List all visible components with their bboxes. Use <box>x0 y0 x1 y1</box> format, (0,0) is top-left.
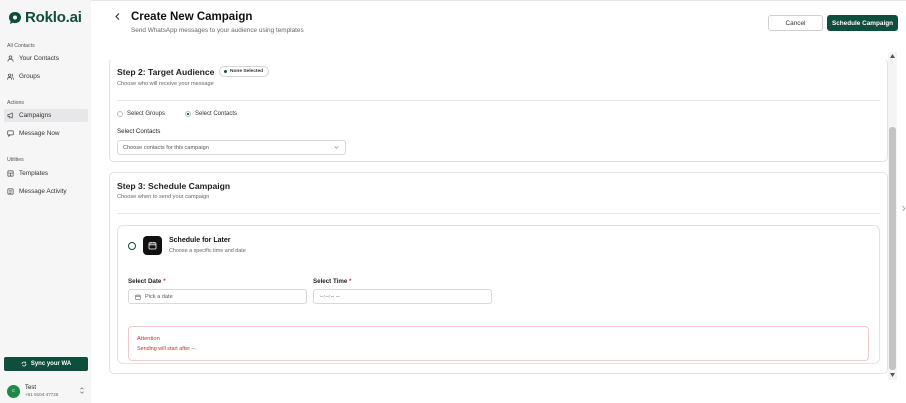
sidebar-item-campaigns[interactable]: Campaigns <box>4 109 88 122</box>
sidebar: Roklo.ai All Contacts Your Contacts Grou… <box>0 0 91 403</box>
brand-logo[interactable]: Roklo.ai <box>8 9 82 26</box>
user-icon <box>7 55 14 62</box>
brand-name: Roklo.ai <box>25 9 82 26</box>
page-subtitle: Send WhatsApp messages to your audience … <box>131 27 304 34</box>
radio-select-contacts[interactable]: Select Contacts <box>185 111 237 117</box>
contacts-select[interactable]: Choose contacts for this campaign <box>117 140 346 155</box>
users-icon <box>7 73 14 80</box>
select-contacts-label: Select Contacts <box>117 128 161 135</box>
message-icon <box>7 130 14 137</box>
scroll-down-arrow-icon[interactable] <box>889 372 896 378</box>
user-profile[interactable]: c Test +91 9104 47725 <box>7 383 87 399</box>
avatar: c <box>7 384 20 398</box>
user-name: Test <box>25 384 37 391</box>
schedule-campaign-button[interactable]: Schedule Campaign <box>827 15 898 31</box>
chat-bubble-logo-icon <box>9 11 21 24</box>
template-icon <box>7 170 14 177</box>
sync-wa-button[interactable]: Sync your WA <box>4 357 88 371</box>
sidebar-item-groups[interactable]: Groups <box>4 70 88 83</box>
list-icon <box>7 188 14 195</box>
status-dot <box>224 70 227 73</box>
select-date-label: Select Date * <box>128 278 166 285</box>
chevron-right-icon[interactable] <box>901 205 906 212</box>
step2-subtitle: Choose who will receive your message <box>117 81 214 87</box>
sidebar-item-templates[interactable]: Templates <box>4 167 88 180</box>
scrollbar-thumb[interactable] <box>889 127 896 370</box>
user-phone: +91 9104 47725 <box>25 391 59 397</box>
select-time-label: Select Time * <box>313 278 352 285</box>
cancel-button[interactable]: Cancel <box>768 15 823 31</box>
attention-alert: Attention Sending will start after --. <box>128 326 869 361</box>
chevron-down-icon <box>334 146 339 149</box>
step3-divider <box>117 213 880 214</box>
back-arrow-icon[interactable] <box>114 12 121 21</box>
radio-select-groups[interactable]: Select Groups <box>117 111 165 117</box>
megaphone-icon <box>7 112 13 119</box>
radio-circle[interactable] <box>117 111 123 117</box>
sidebar-item-message-activity[interactable]: Message Activity <box>4 185 88 198</box>
time-input[interactable]: --:--:-- -- <box>313 289 492 304</box>
step3-title: Step 3: Schedule Campaign <box>117 181 231 191</box>
chevron-up-down-icon <box>80 387 84 394</box>
calendar-small-icon <box>135 294 141 300</box>
top-border <box>91 0 906 1</box>
schedule-later-title: Schedule for Later <box>169 237 231 244</box>
date-picker-input[interactable]: Pick a date <box>128 289 307 304</box>
step2-title: Step 2: Target Audience <box>117 67 215 77</box>
attention-title: Attention <box>137 336 160 342</box>
step2-divider <box>117 100 880 101</box>
section-label-actions: Actions <box>7 100 25 106</box>
sync-icon <box>21 361 27 367</box>
schedule-later-radio[interactable] <box>128 242 136 250</box>
attention-text: Sending will start after --. <box>137 346 197 352</box>
sidebar-item-message-now[interactable]: Message Now <box>4 127 88 140</box>
calendar-icon <box>148 242 157 250</box>
calendar-icon-box <box>143 236 162 255</box>
section-label-utilities: Utilities <box>7 157 24 163</box>
schedule-later-subtitle: Choose a specific time and date <box>169 248 246 254</box>
status-badge: None Selected <box>219 66 270 77</box>
radio-circle-selected[interactable] <box>185 111 191 117</box>
step3-subtitle: Choose when to send your campaign <box>117 194 210 200</box>
page-title: Create New Campaign <box>131 11 253 23</box>
section-label-all-contacts: All Contacts <box>7 43 35 49</box>
scroll-up-arrow-icon[interactable] <box>889 53 896 59</box>
user-info: Test +91 9104 47725 <box>25 385 58 398</box>
sidebar-item-your-contacts[interactable]: Your Contacts <box>4 52 88 65</box>
